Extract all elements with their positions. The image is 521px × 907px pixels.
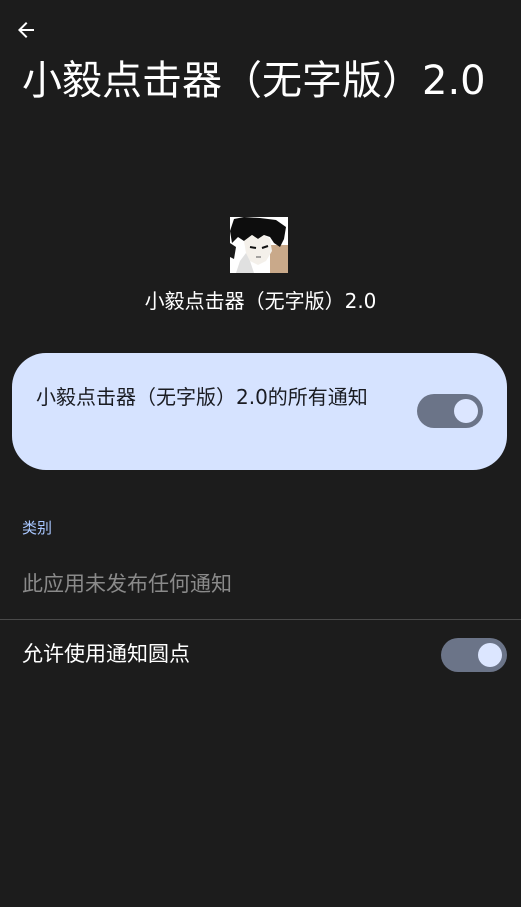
all-notifications-toggle-row[interactable]: 小毅点击器（无字版）2.0的所有通知 <box>12 353 507 470</box>
all-notifications-switch[interactable] <box>417 394 483 428</box>
switch-thumb <box>454 399 478 423</box>
no-notifications-text: 此应用未发布任何通知 <box>22 572 232 596</box>
notification-dots-switch[interactable] <box>441 638 507 672</box>
anime-avatar-icon <box>230 217 288 273</box>
page-title: 小毅点击器（无字版）2.0 <box>22 58 486 104</box>
arrow-back-icon <box>18 22 34 38</box>
back-button[interactable] <box>8 12 44 48</box>
app-icon <box>230 217 288 273</box>
switch-thumb <box>478 643 502 667</box>
notification-dots-label: 允许使用通知圆点 <box>22 642 190 666</box>
categories-header: 类别 <box>22 519 53 537</box>
app-name: 小毅点击器（无字版）2.0 <box>144 289 377 313</box>
divider <box>0 619 521 620</box>
all-notifications-label: 小毅点击器（无字版）2.0的所有通知 <box>36 385 368 409</box>
notification-dots-toggle-row[interactable]: 允许使用通知圆点 <box>0 621 521 689</box>
